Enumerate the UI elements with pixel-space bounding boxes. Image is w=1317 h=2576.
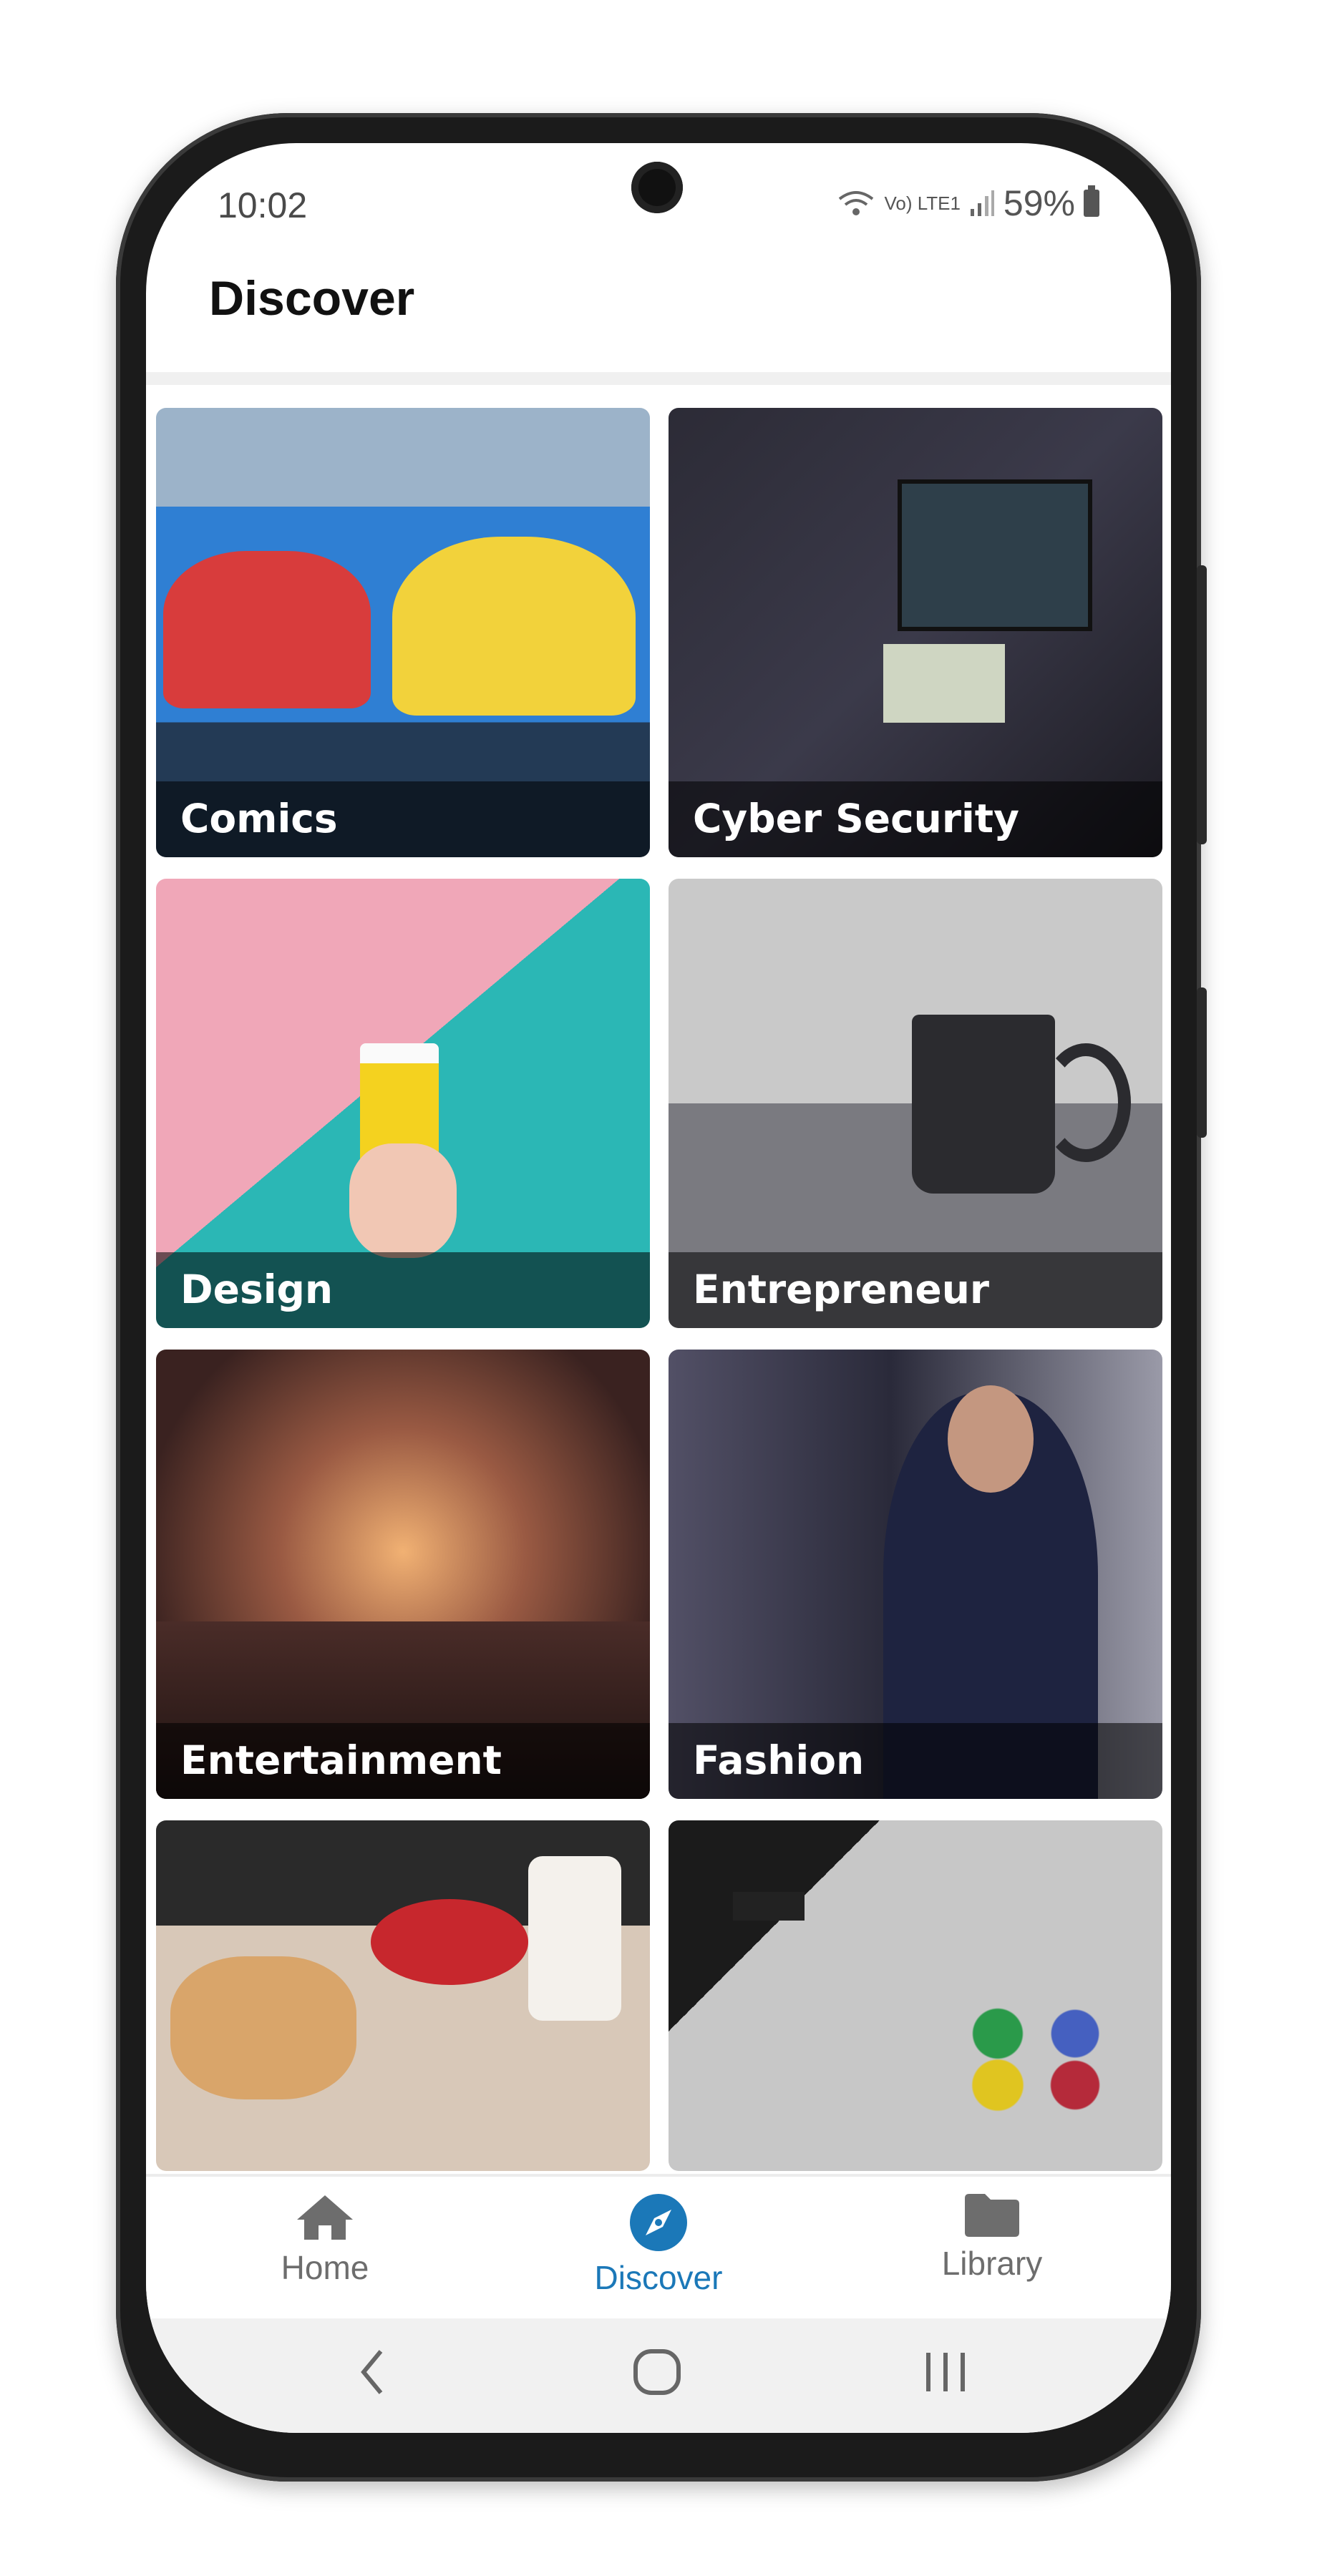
app-screen: 10:02 Vo) LTE1 59% Discover Comics Cyber…	[146, 143, 1171, 2433]
controller-cross	[733, 1892, 805, 1921]
page-title: Discover	[209, 271, 415, 326]
nav-library-label: Library	[941, 2245, 1043, 2282]
compass-icon	[630, 2194, 687, 2251]
category-label: Fashion	[693, 1737, 865, 1783]
category-label: Entertainment	[180, 1737, 502, 1783]
comic-hero-right	[392, 537, 636, 716]
category-tile-entrepreneur[interactable]: Entrepreneur	[669, 879, 1162, 1328]
front-camera	[631, 162, 683, 213]
volume-button	[1197, 565, 1207, 844]
battery-icon	[1084, 185, 1099, 217]
category-tile-food[interactable]	[156, 1820, 650, 2171]
hand	[349, 1143, 457, 1258]
category-tile-entertainment[interactable]: Entertainment	[156, 1350, 650, 1799]
category-label: Design	[180, 1267, 334, 1312]
model-head	[948, 1385, 1034, 1493]
jug	[528, 1856, 621, 2021]
mug-handle	[1041, 1043, 1131, 1162]
home-icon	[297, 2195, 353, 2240]
category-label: Cyber Security	[693, 796, 1019, 841]
category-tile-comics[interactable]: Comics	[156, 408, 650, 857]
category-tile-cyber-security[interactable]: Cyber Security	[669, 408, 1162, 857]
comic-hero-left	[163, 551, 371, 708]
laptop-screen	[883, 644, 1005, 723]
signal-icon	[970, 190, 994, 216]
status-time: 10:02	[218, 185, 308, 225]
category-label: Entrepreneur	[693, 1267, 989, 1312]
nav-home-label: Home	[281, 2249, 369, 2286]
recents-icon[interactable]	[920, 2347, 971, 2397]
nav-home[interactable]: Home	[218, 2184, 432, 2287]
strawberries	[371, 1899, 528, 1985]
battery-percent: 59%	[1003, 183, 1075, 223]
system-navigation-bar	[146, 2318, 1171, 2433]
home-circle-icon[interactable]	[630, 2347, 684, 2397]
power-button	[1197, 987, 1207, 1138]
wifi-icon	[839, 191, 874, 215]
category-tile-fashion[interactable]: Fashion	[669, 1350, 1162, 1799]
category-tile-gaming[interactable]	[669, 1820, 1162, 2171]
controller-buttons	[955, 1999, 1127, 2114]
network-indicator: Vo) LTE1	[884, 192, 961, 214]
nav-discover-label: Discover	[594, 2259, 723, 2296]
category-tile-design[interactable]: Design	[156, 879, 650, 1328]
category-label: Comics	[180, 796, 338, 841]
nav-library[interactable]: Library	[885, 2184, 1099, 2283]
back-icon[interactable]	[358, 2347, 387, 2397]
mug	[912, 1015, 1055, 1194]
monitor-screen	[898, 479, 1092, 631]
nav-discover[interactable]: Discover	[551, 2184, 766, 2297]
bottom-navigation: Home Discover Library	[146, 2174, 1171, 2320]
status-bar-right: Vo) LTE1 59%	[837, 182, 1099, 224]
folder-icon	[965, 2194, 1019, 2237]
header-divider	[146, 372, 1171, 385]
pancakes	[170, 1956, 356, 2099]
